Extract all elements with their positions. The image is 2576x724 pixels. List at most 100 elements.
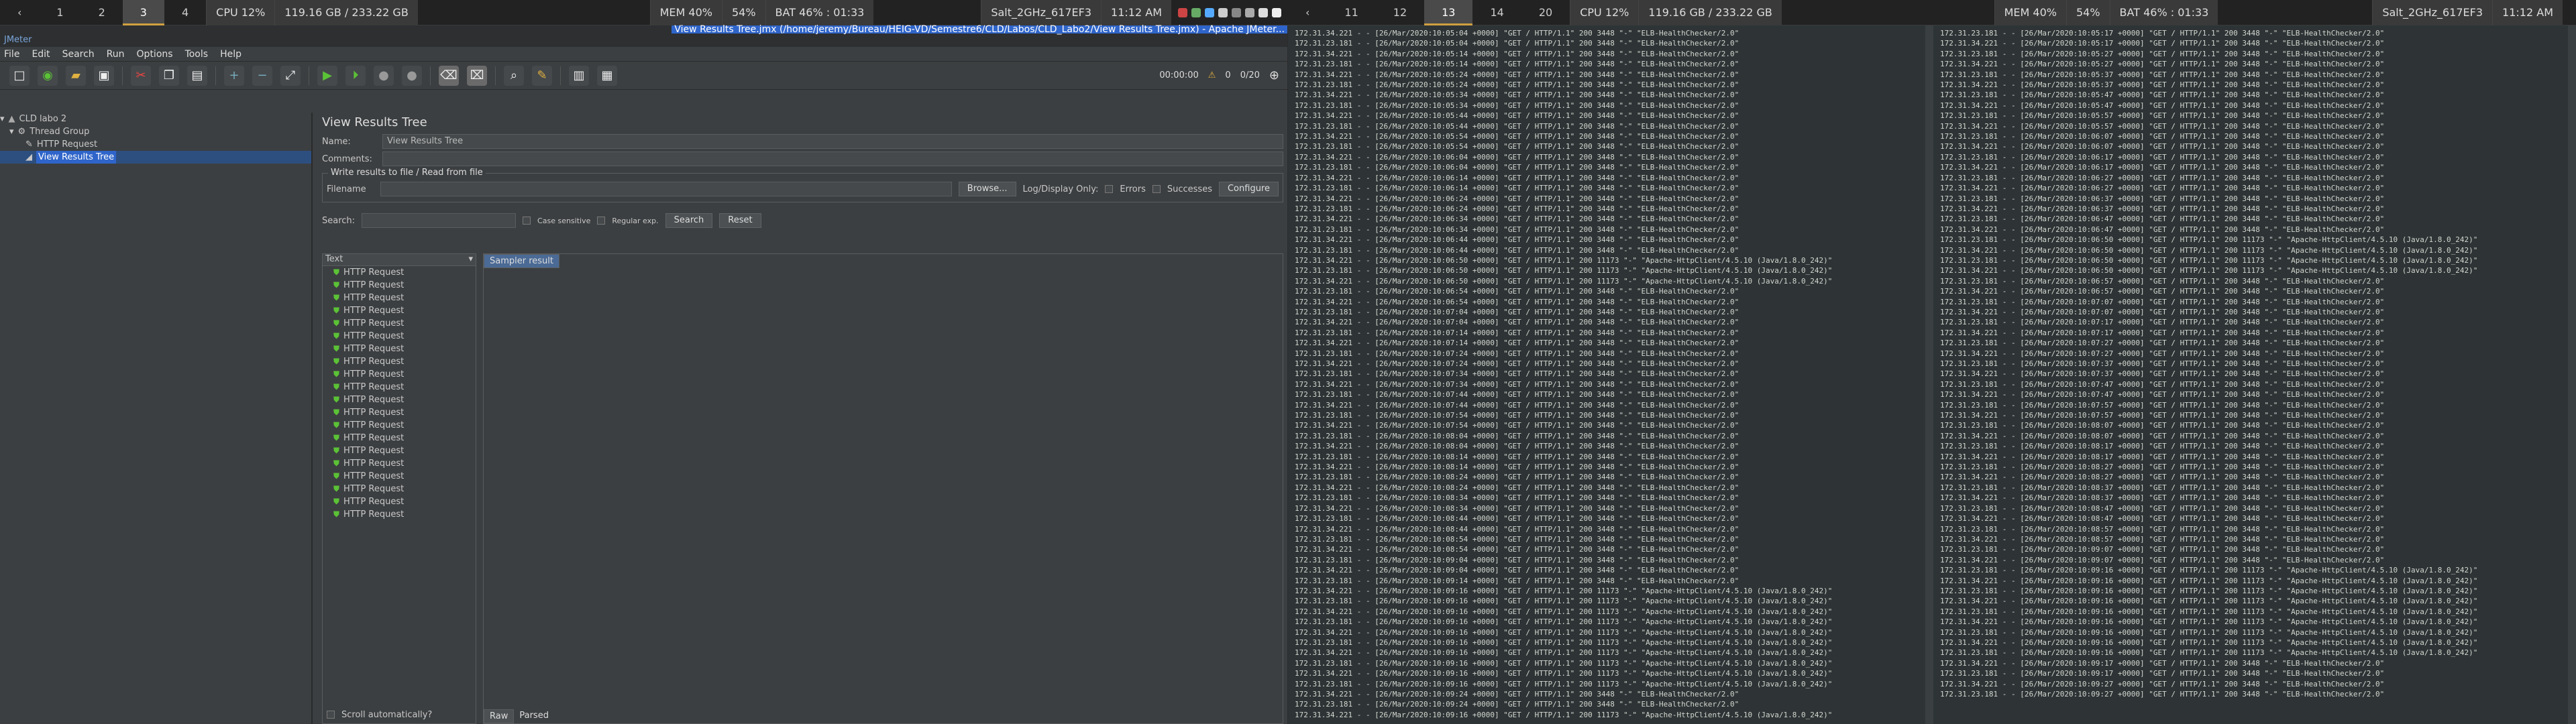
- menu-help[interactable]: Help: [220, 49, 241, 60]
- result-item[interactable]: ⛊ HTTP Request: [323, 381, 476, 394]
- search-icon[interactable]: ⌕: [504, 65, 524, 86]
- menu-tools[interactable]: Tools: [185, 49, 209, 60]
- tab-parsed[interactable]: Parsed: [514, 709, 554, 723]
- toggle-icon[interactable]: ⤢: [280, 65, 301, 86]
- function-helper-icon[interactable]: ▥: [569, 65, 589, 86]
- tray-icon[interactable]: [1272, 7, 1281, 17]
- menu-options[interactable]: Options: [137, 49, 173, 60]
- reset-search-icon[interactable]: ✎: [532, 65, 552, 86]
- case-sensitive-checkbox[interactable]: [523, 217, 531, 225]
- tray-icon[interactable]: [1258, 7, 1268, 17]
- regex-checkbox[interactable]: [597, 217, 606, 225]
- workspace-14[interactable]: 14: [1472, 0, 1521, 25]
- name-input[interactable]: View Results Tree: [382, 134, 1283, 149]
- start-icon[interactable]: ▶: [317, 65, 337, 86]
- terminal-left-scrollbar[interactable]: [1925, 25, 1933, 724]
- workspace-11[interactable]: 11: [1327, 0, 1375, 25]
- tab-raw[interactable]: Raw: [484, 709, 515, 723]
- result-item[interactable]: ⛊ HTTP Request: [323, 368, 476, 381]
- workspace-4[interactable]: 4: [164, 0, 206, 25]
- result-item[interactable]: ⛊ HTTP Request: [323, 483, 476, 495]
- tray-icon[interactable]: [1232, 7, 1241, 17]
- result-item[interactable]: ⛊ HTTP Request: [323, 343, 476, 355]
- errors-checkbox[interactable]: [1105, 185, 1114, 193]
- tree-node-test-plan[interactable]: ▾ ▲ CLD labo 2: [0, 113, 311, 125]
- tree-node-view-results-tree[interactable]: ◢ View Results Tree: [0, 151, 311, 164]
- search-input[interactable]: [362, 213, 517, 228]
- workspace-13[interactable]: 13: [1424, 0, 1473, 25]
- menu-run[interactable]: Run: [107, 49, 125, 60]
- log-line: 172.31.23.181 - - [26/Mar/2020:10:07:44 …: [1295, 390, 1739, 400]
- tray-icon[interactable]: [1218, 7, 1228, 17]
- filename-input[interactable]: [380, 182, 952, 196]
- browse-button[interactable]: Browse...: [958, 182, 1016, 196]
- result-item[interactable]: ⛊ HTTP Request: [323, 279, 476, 292]
- expand-icon[interactable]: ▾: [9, 125, 14, 138]
- tab-sampler-result[interactable]: Sampler result: [484, 254, 559, 268]
- globe-icon[interactable]: ⊕: [1269, 68, 1279, 82]
- result-item[interactable]: ⛊ HTTP Request: [323, 266, 476, 279]
- result-item[interactable]: ⛊ HTTP Request: [323, 394, 476, 406]
- workspace-20[interactable]: 20: [1521, 0, 1570, 25]
- tray-icon[interactable]: [1191, 7, 1201, 17]
- tray-icon[interactable]: [1178, 7, 1187, 17]
- collapse-icon[interactable]: −: [252, 65, 272, 86]
- workspace-1[interactable]: 1: [39, 0, 80, 25]
- result-item[interactable]: ⛊ HTTP Request: [323, 470, 476, 483]
- result-item[interactable]: ⛊ HTTP Request: [323, 355, 476, 368]
- help-icon[interactable]: ▦: [597, 65, 617, 86]
- workspace-3[interactable]: 3: [122, 0, 164, 25]
- result-item[interactable]: ⛊ HTTP Request: [323, 292, 476, 304]
- result-item[interactable]: ⛊ HTTP Request: [323, 406, 476, 419]
- configure-button[interactable]: Configure: [1218, 182, 1279, 196]
- clear-all-icon[interactable]: ⌧: [467, 65, 487, 86]
- templates-icon[interactable]: ◉: [38, 65, 58, 86]
- workspace-2[interactable]: 2: [81, 0, 123, 25]
- workspace-button[interactable]: ‹: [1288, 0, 1327, 25]
- workspace-button[interactable]: ‹: [0, 0, 39, 25]
- result-item[interactable]: ⛊ HTTP Request: [323, 304, 476, 317]
- warning-icon[interactable]: ⚠: [1208, 70, 1216, 80]
- log-line: 172.31.34.221 - - [26/Mar/2020:10:09:16 …: [1295, 627, 1833, 637]
- tree-node-thread-group[interactable]: ▾ ⚙ Thread Group: [0, 125, 311, 138]
- workspace-12[interactable]: 12: [1376, 0, 1424, 25]
- successes-checkbox[interactable]: [1152, 185, 1161, 193]
- terminal-left[interactable]: 172.31.34.221 - - [26/Mar/2020:10:05:04 …: [1288, 25, 1925, 724]
- terminal-right-scrollbar[interactable]: [2568, 25, 2576, 724]
- result-item[interactable]: ⛊ HTTP Request: [323, 317, 476, 330]
- cut-icon[interactable]: ✂: [131, 65, 151, 86]
- tray-icon[interactable]: [1245, 7, 1254, 17]
- result-item[interactable]: ⛊ HTTP Request: [323, 330, 476, 343]
- stop-icon[interactable]: ●: [374, 65, 394, 86]
- menu-search[interactable]: Search: [62, 49, 95, 60]
- scroll-auto-checkbox[interactable]: [327, 711, 335, 719]
- log-display-label: Log/Display Only:: [1022, 184, 1099, 194]
- log-line: 172.31.23.181 - - [26/Mar/2020:10:09:17 …: [1940, 669, 2385, 678]
- clear-icon[interactable]: ⌫: [439, 65, 459, 86]
- result-item[interactable]: ⛊ HTTP Request: [323, 419, 476, 432]
- renderer-select[interactable]: Text ▾: [323, 254, 476, 266]
- expand-icon[interactable]: ▾: [0, 113, 5, 125]
- expand-icon[interactable]: +: [224, 65, 244, 86]
- menu-edit[interactable]: Edit: [32, 49, 50, 60]
- clock: 11:12 AM: [2492, 0, 2563, 25]
- result-item[interactable]: ⛊ HTTP Request: [323, 444, 476, 457]
- result-item[interactable]: ⛊ HTTP Request: [323, 457, 476, 470]
- new-icon[interactable]: □: [9, 65, 30, 86]
- start-no-pauses-icon[interactable]: ⏵: [345, 65, 366, 86]
- copy-icon[interactable]: ❐: [159, 65, 179, 86]
- reset-button[interactable]: Reset: [719, 213, 761, 228]
- open-icon[interactable]: ▰: [66, 65, 86, 86]
- result-item[interactable]: ⛊ HTTP Request: [323, 495, 476, 508]
- save-icon[interactable]: ▣: [94, 65, 114, 86]
- menu-file[interactable]: File: [4, 49, 19, 60]
- result-item[interactable]: ⛊ HTTP Request: [323, 508, 476, 521]
- result-item[interactable]: ⛊ HTTP Request: [323, 432, 476, 444]
- search-button[interactable]: Search: [665, 213, 713, 228]
- terminal-right[interactable]: 172.31.23.181 - - [26/Mar/2020:10:05:17 …: [1933, 25, 2571, 724]
- comments-input[interactable]: [382, 152, 1283, 166]
- tray-icon[interactable]: [1205, 7, 1214, 17]
- tree-node-http-request[interactable]: ✎ HTTP Request: [0, 138, 311, 151]
- paste-icon[interactable]: ▤: [187, 65, 207, 86]
- shutdown-icon[interactable]: ●: [402, 65, 422, 86]
